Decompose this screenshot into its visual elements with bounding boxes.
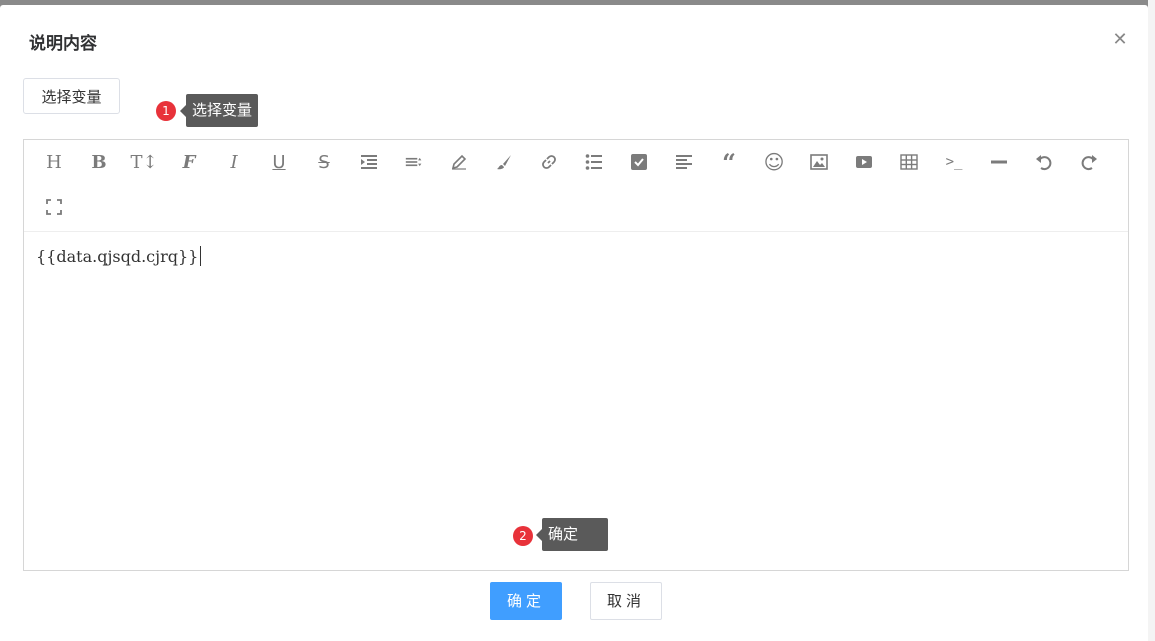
link-icon[interactable] — [534, 147, 564, 177]
todo-icon[interactable] — [624, 147, 654, 177]
cancel-button[interactable]: 取消 — [590, 582, 662, 620]
quote-icon[interactable]: “ — [714, 147, 744, 177]
confirm-button[interactable]: 确定 — [490, 582, 562, 620]
annotation-marker-1: 1 — [156, 101, 176, 121]
divider-icon[interactable] — [984, 147, 1014, 177]
annotation-marker-2: 2 — [513, 526, 533, 546]
editor-content[interactable]: {{data.qjsqd.cjrq}} — [36, 246, 202, 266]
background-color-icon[interactable] — [489, 147, 519, 177]
list-icon[interactable] — [579, 147, 609, 177]
code-icon[interactable]: >_ — [939, 147, 969, 177]
font-color-icon[interactable] — [444, 147, 474, 177]
table-icon[interactable] — [894, 147, 924, 177]
dialog: 说明内容 ✕ 选择变量 1 选择变量 H B T↕ F I U S “ ☺ >_… — [0, 5, 1148, 641]
annotation-tooltip-2: 确定 — [536, 518, 608, 551]
indent-icon[interactable] — [354, 147, 384, 177]
bold-icon[interactable]: B — [84, 147, 114, 177]
font-family-icon[interactable]: F — [174, 147, 204, 177]
text-caret — [200, 246, 202, 266]
rich-text-editor: H B T↕ F I U S “ ☺ >_ {{data.qjsqd.cjrq}… — [23, 139, 1129, 571]
font-size-icon[interactable]: T↕ — [129, 147, 159, 177]
fullscreen-icon[interactable] — [39, 192, 69, 222]
italic-icon[interactable]: I — [219, 147, 249, 177]
underline-icon[interactable]: U — [264, 147, 294, 177]
line-height-icon[interactable] — [399, 147, 429, 177]
select-variable-button[interactable]: 选择变量 — [23, 78, 120, 114]
annotation-tooltip-1: 选择变量 — [179, 94, 259, 127]
emoji-icon[interactable]: ☺ — [759, 147, 789, 177]
close-icon[interactable]: ✕ — [1111, 31, 1129, 49]
dialog-title: 说明内容 — [29, 34, 97, 54]
scrollbar-track[interactable] — [1148, 0, 1155, 641]
heading-icon[interactable]: H — [39, 147, 69, 177]
editor-toolbar: H B T↕ F I U S “ ☺ >_ — [24, 140, 1128, 232]
strikethrough-icon[interactable]: S — [309, 147, 339, 177]
redo-icon[interactable] — [1074, 147, 1104, 177]
undo-icon[interactable] — [1029, 147, 1059, 177]
editor-text: {{data.qjsqd.cjrq}} — [36, 247, 199, 266]
video-icon[interactable] — [849, 147, 879, 177]
align-icon[interactable] — [669, 147, 699, 177]
image-icon[interactable] — [804, 147, 834, 177]
